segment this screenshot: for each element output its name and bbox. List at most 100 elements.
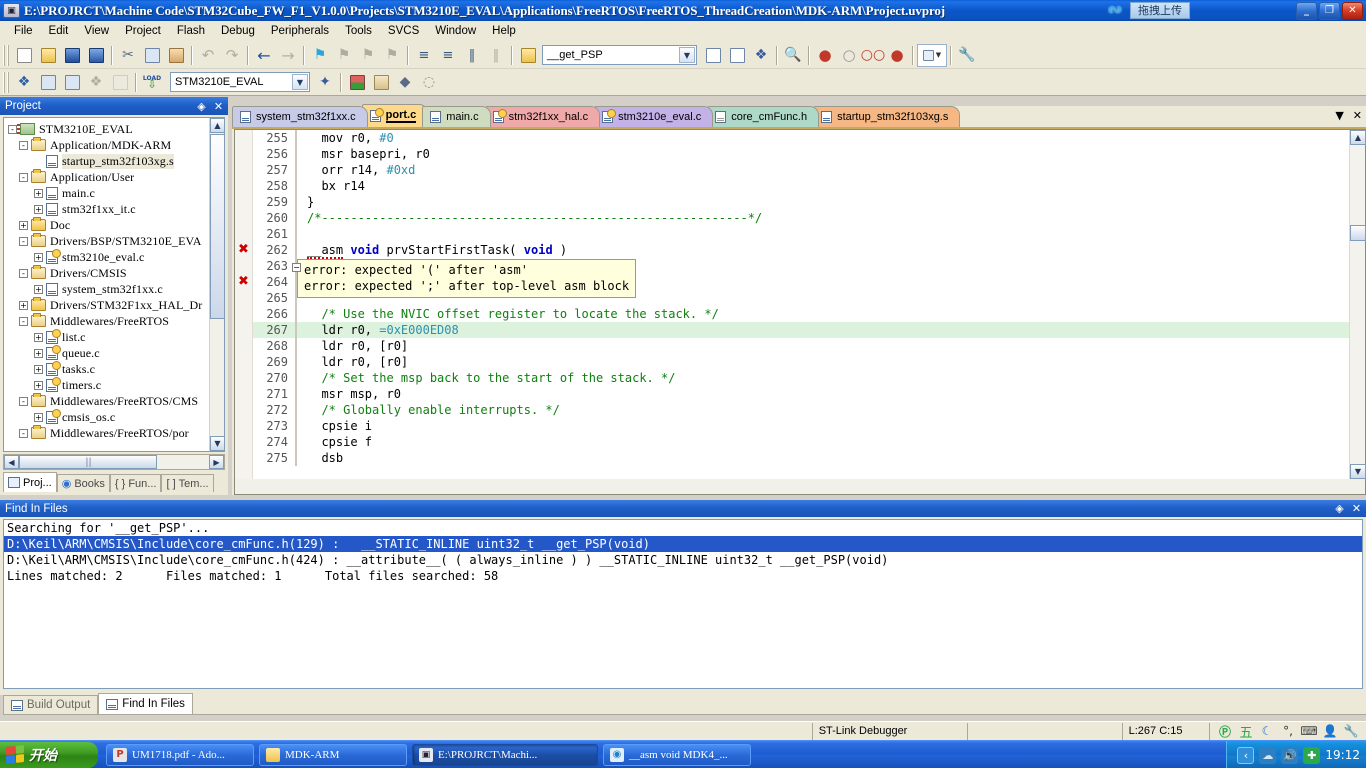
- tree-item[interactable]: + stm3210e_eval.c: [8, 248, 224, 265]
- find-icon[interactable]: 🔍: [781, 44, 805, 67]
- menu-tools[interactable]: Tools: [337, 23, 380, 39]
- menu-help[interactable]: Help: [484, 23, 524, 39]
- tree-item[interactable]: - Drivers/CMSIS: [8, 265, 224, 281]
- taskbar-item-mdk-arm[interactable]: MDK-ARM: [259, 743, 407, 766]
- copy-icon[interactable]: [140, 44, 164, 67]
- tree-item[interactable]: - Middlewares/FreeRTOS/CMS: [8, 393, 224, 409]
- scroll-up-button[interactable]: ▲: [210, 118, 224, 133]
- tree-item[interactable]: - STM3210E_EVAL: [8, 121, 224, 137]
- taskbar-clock[interactable]: 19:12: [1325, 748, 1360, 762]
- disable-breakpoint-icon[interactable]: ○: [837, 44, 861, 67]
- code-line[interactable]: 271 msr msp, r0: [253, 386, 1349, 402]
- build-icon[interactable]: [36, 71, 60, 94]
- code-line[interactable]: 257 orr r14, #0xd: [253, 162, 1349, 178]
- tree-item[interactable]: + queue.c: [8, 344, 224, 361]
- show-hidden-icons-button[interactable]: ‹: [1237, 746, 1255, 764]
- wubi-icon[interactable]: 五: [1237, 723, 1255, 741]
- collapse-toggle-icon[interactable]: -: [8, 124, 17, 134]
- redo-icon[interactable]: ↷: [220, 44, 244, 67]
- bookmark-prev-icon[interactable]: ⚑: [332, 44, 356, 67]
- expand-toggle-icon[interactable]: +: [34, 412, 43, 422]
- tree-item[interactable]: + main.c: [8, 185, 224, 201]
- tree-item[interactable]: + Drivers/STM32F1xx_HAL_Dr: [8, 297, 224, 313]
- tree-item[interactable]: + cmsis_os.c: [8, 408, 224, 425]
- manage-project-items-icon[interactable]: [345, 71, 369, 94]
- taskbar-item-uvision[interactable]: ▣ E:\PROJRCT\Machi...: [412, 743, 598, 766]
- tree-item[interactable]: + stm32f1xx_it.c: [8, 201, 224, 217]
- menu-flash[interactable]: Flash: [169, 23, 213, 39]
- open-folder-icon[interactable]: [516, 44, 540, 67]
- scroll-right-button[interactable]: ▶: [209, 455, 224, 469]
- save-icon[interactable]: [60, 44, 84, 67]
- code-editor[interactable]: 255 mov r0, #0 256 msr basepri, r0 257 orr…: [234, 129, 1366, 495]
- outdent-icon[interactable]: ≡: [436, 44, 460, 67]
- expand-toggle-icon[interactable]: +: [34, 332, 43, 342]
- code-line[interactable]: 255 mov r0, #0: [253, 130, 1349, 146]
- keyboard-icon[interactable]: ⌨: [1300, 723, 1318, 739]
- collapse-toggle-icon[interactable]: -: [19, 396, 28, 406]
- editor-scroll-up-button[interactable]: ▲: [1350, 130, 1366, 145]
- close-button[interactable]: ✕: [1342, 1, 1363, 20]
- components-icon[interactable]: ◆: [393, 71, 417, 94]
- code-line[interactable]: 260 /*-----------------------------------…: [253, 210, 1349, 226]
- tree-item[interactable]: + system_stm32f1xx.c: [8, 281, 224, 297]
- menu-peripherals[interactable]: Peripherals: [263, 23, 337, 39]
- editor-tab-port-c[interactable]: port.c: [361, 104, 429, 127]
- find-in-files-icon[interactable]: [701, 44, 725, 67]
- code-line[interactable]: 270 /* Set the msp back to the start of …: [253, 370, 1349, 386]
- taskbar-item-pdf[interactable]: P UM1718.pdf - Ado...: [106, 743, 254, 766]
- panel-tab-functions[interactable]: { } Fun...: [109, 474, 162, 492]
- expand-toggle-icon[interactable]: +: [34, 380, 43, 390]
- expand-toggle-icon[interactable]: +: [34, 204, 43, 214]
- close-icon[interactable]: ✕: [1349, 502, 1364, 516]
- maximize-button[interactable]: ❐: [1319, 1, 1340, 20]
- new-file-icon[interactable]: [12, 44, 36, 67]
- close-tab-icon[interactable]: ✕: [1353, 109, 1362, 122]
- code-line[interactable]: 261: [253, 226, 1349, 242]
- code-line[interactable]: 262 __asm void prvStartFirstTask( void ): [253, 242, 1349, 259]
- collapse-toggle-icon[interactable]: -: [19, 268, 28, 278]
- back-icon[interactable]: ←: [252, 44, 276, 67]
- disable-all-breakpoints-icon[interactable]: ○○: [861, 44, 885, 67]
- packs-icon[interactable]: ◌: [417, 71, 441, 94]
- search-input[interactable]: __get_PSP ▼: [542, 45, 697, 65]
- project-tree-hscroll-thumb[interactable]: ⎮⎮: [19, 455, 157, 469]
- project-window-icon[interactable]: ▼: [917, 43, 947, 67]
- code-fold-toggle[interactable]: −: [292, 263, 301, 272]
- save-all-icon[interactable]: [84, 44, 108, 67]
- tree-item[interactable]: + Doc: [8, 217, 224, 233]
- browse-icon[interactable]: [725, 44, 749, 67]
- expand-toggle-icon[interactable]: +: [34, 364, 43, 374]
- search-dropdown-icon[interactable]: ▼: [679, 47, 695, 63]
- tree-item[interactable]: + list.c: [8, 328, 224, 345]
- code-line[interactable]: 274 cpsie f: [253, 434, 1349, 450]
- uvision-system-icon[interactable]: ▣: [3, 3, 20, 18]
- comment-icon[interactable]: ‖: [460, 44, 484, 67]
- tree-item[interactable]: - Middlewares/FreeRTOS: [8, 313, 224, 329]
- multi-project-icon[interactable]: ◈: [194, 99, 209, 113]
- find-result-line[interactable]: D:\Keil\ARM\CMSIS\Include\core_cmFunc.h(…: [4, 536, 1362, 552]
- batch-build-icon[interactable]: ❖: [84, 71, 108, 94]
- configuration-icon[interactable]: 🔧: [955, 44, 979, 67]
- minimize-button[interactable]: _: [1296, 1, 1317, 20]
- tree-item[interactable]: - Application/MDK-ARM: [8, 137, 224, 153]
- expand-toggle-icon[interactable]: +: [34, 252, 43, 262]
- code-line[interactable]: 275 dsb: [253, 450, 1349, 466]
- code-line[interactable]: 273 cpsie i: [253, 418, 1349, 434]
- paste-icon[interactable]: [164, 44, 188, 67]
- panel-tab-templates[interactable]: [ ] Tem...: [161, 474, 214, 492]
- drag-upload-overlay[interactable]: ∾ 拖拽上传: [1102, 0, 1190, 20]
- start-button[interactable]: 开始: [0, 741, 98, 768]
- code-line[interactable]: 269 ldr r0, [r0]: [253, 354, 1349, 370]
- menu-svcs[interactable]: SVCS: [380, 23, 427, 39]
- editor-vscrollbar[interactable]: ▲ ▼: [1349, 130, 1366, 479]
- project-tree[interactable]: - STM3210E_EVAL - Application/MDK-ARM startu…: [3, 117, 225, 452]
- tab-list-dropdown-icon[interactable]: ▼: [1335, 109, 1343, 122]
- menu-window[interactable]: Window: [427, 23, 484, 39]
- menu-project[interactable]: Project: [117, 23, 169, 39]
- find-result-line[interactable]: D:\Keil\ARM\CMSIS\Include\core_cmFunc.h(…: [4, 552, 1362, 568]
- error-marker-icon[interactable]: ✖: [237, 243, 250, 257]
- panel-tab-project[interactable]: Proj...: [3, 472, 57, 492]
- find-result-line[interactable]: Lines matched: 2 Files matched: 1 Total …: [4, 568, 1362, 584]
- translate-icon[interactable]: ❖: [12, 71, 36, 94]
